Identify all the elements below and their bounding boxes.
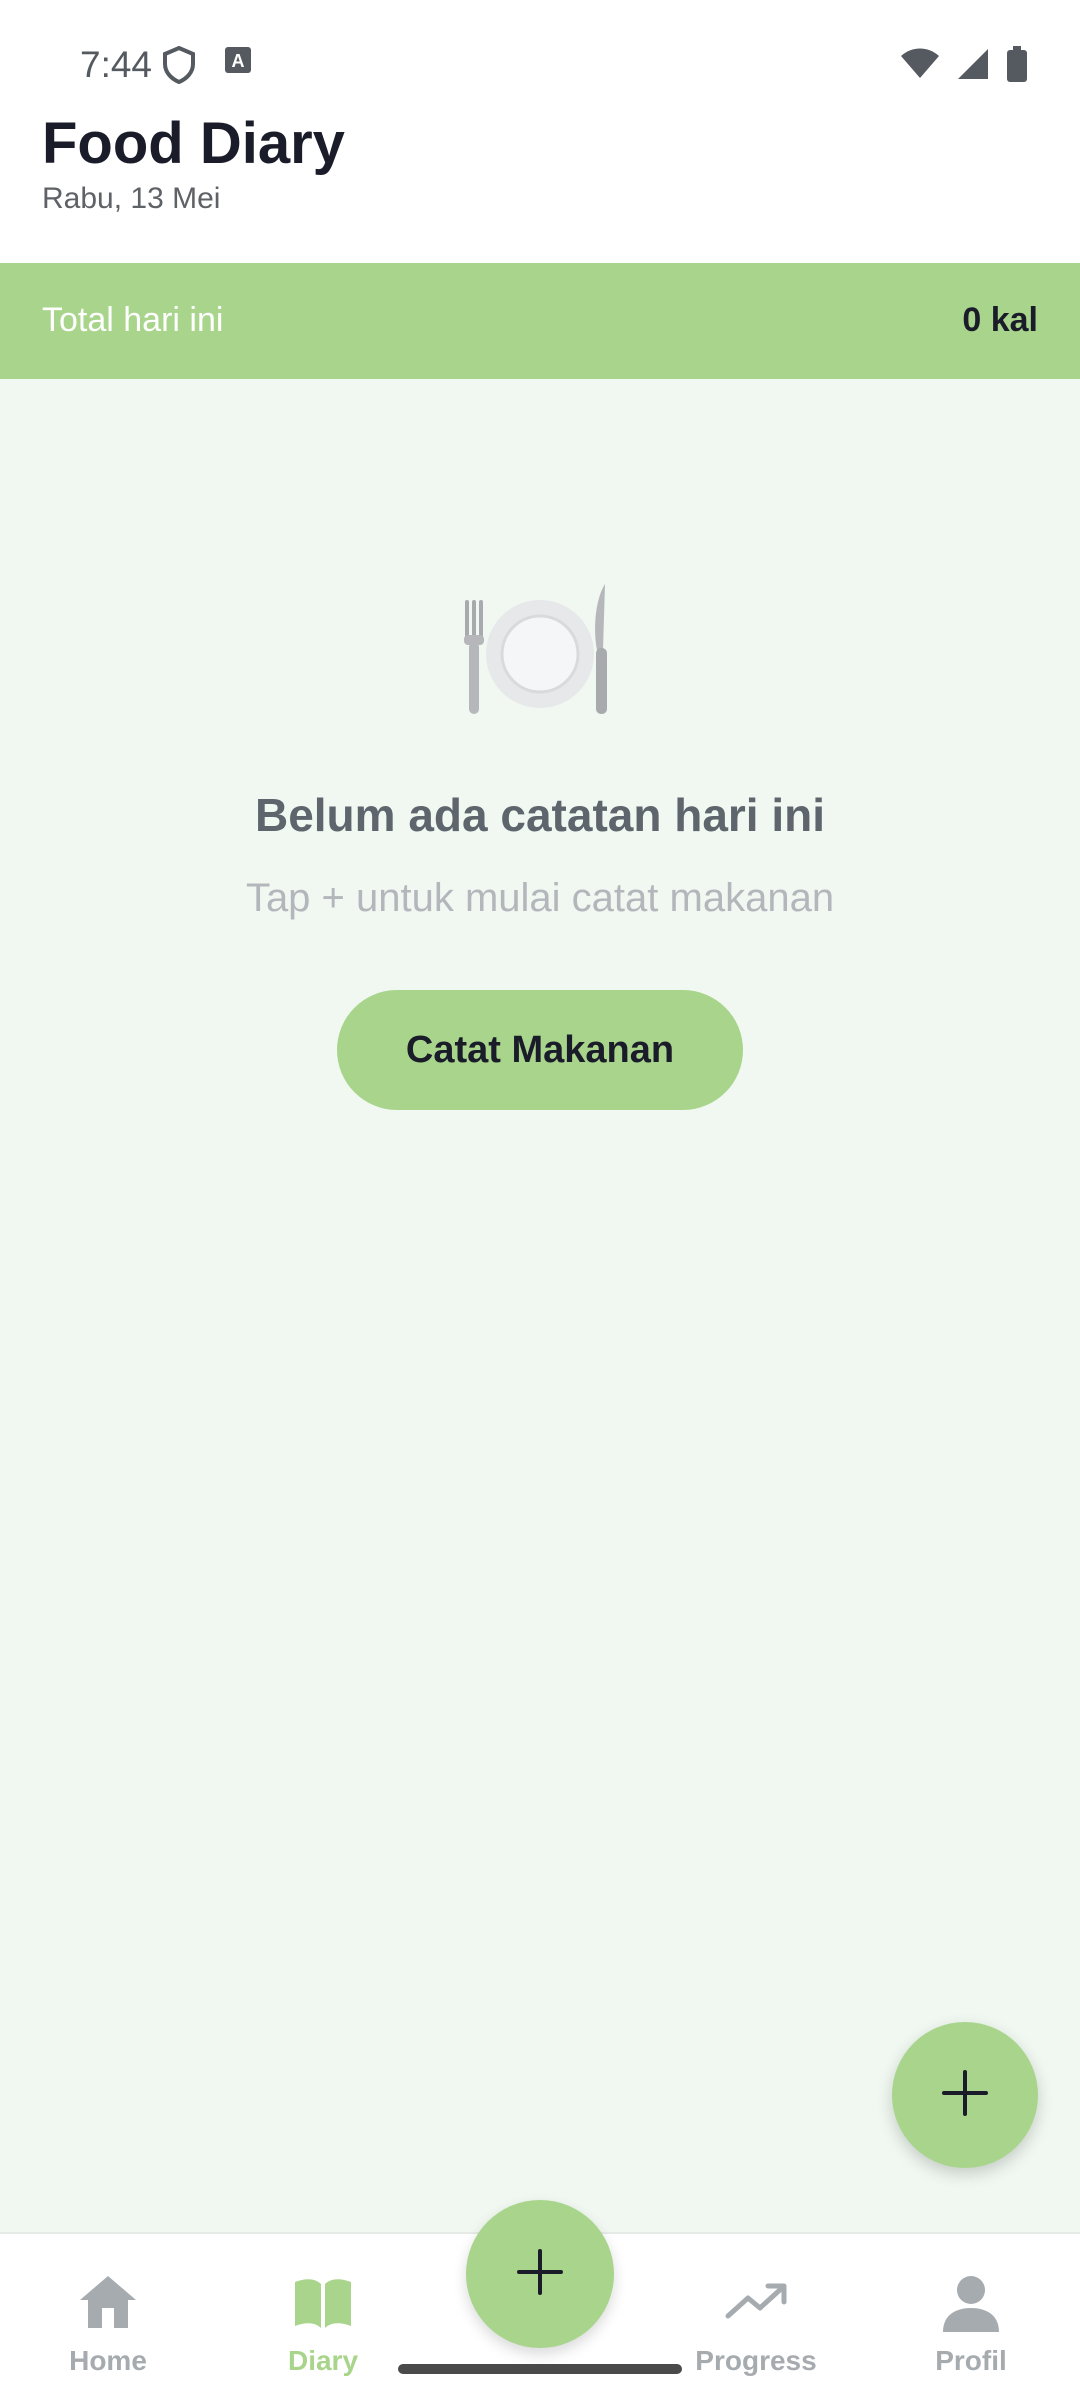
nav-label-diary: Diary bbox=[287, 2345, 359, 2376]
plus-icon bbox=[515, 2247, 565, 2302]
add-entry-fab[interactable] bbox=[892, 2022, 1038, 2168]
home-icon bbox=[76, 2276, 140, 2338]
nav-label-profile: Profil bbox=[935, 2345, 1007, 2376]
log-food-button[interactable]: Catat Makanan bbox=[337, 990, 743, 1110]
nav-item-diary[interactable]: Diary bbox=[243, 2270, 403, 2377]
daily-total-label: Total hari ini bbox=[42, 301, 224, 339]
page-date: Rabu, 13 Mei bbox=[42, 182, 221, 215]
nav-label-progress: Progress bbox=[695, 2345, 817, 2376]
status-time: 7:44 bbox=[80, 44, 153, 85]
nav-item-progress[interactable]: Progress bbox=[676, 2270, 836, 2377]
page-title: Food Diary bbox=[42, 111, 345, 176]
plus-icon bbox=[940, 2068, 990, 2123]
person-icon bbox=[939, 2276, 1003, 2338]
svg-text:A: A bbox=[232, 51, 245, 71]
daily-total-value: 0 kal bbox=[962, 301, 1038, 339]
battery-icon bbox=[1006, 46, 1028, 87]
nav-item-home[interactable]: Home bbox=[28, 2270, 188, 2377]
nav-item-profile[interactable]: Profil bbox=[891, 2270, 1051, 2377]
wifi-icon bbox=[900, 48, 940, 85]
shield-icon bbox=[162, 45, 196, 89]
home-indicator[interactable] bbox=[398, 2364, 682, 2374]
signal-icon bbox=[956, 47, 990, 86]
book-icon bbox=[291, 2279, 355, 2338]
status-bar: 7:44 A bbox=[0, 0, 1080, 110]
trend-icon bbox=[724, 2283, 788, 2338]
empty-state-title: Belum ada catatan hari ini bbox=[254, 789, 826, 841]
plate-cutlery-icon bbox=[455, 580, 625, 720]
nav-label-home: Home bbox=[69, 2345, 147, 2376]
empty-state-subtitle: Tap + untuk mulai catat makanan bbox=[245, 876, 835, 920]
daily-total-bar: Total hari ini 0 kal bbox=[0, 263, 1080, 379]
nav-add-button[interactable] bbox=[466, 2200, 614, 2348]
font-icon: A bbox=[224, 46, 252, 79]
page-header: Food Diary Rabu, 13 Mei bbox=[0, 110, 1080, 263]
